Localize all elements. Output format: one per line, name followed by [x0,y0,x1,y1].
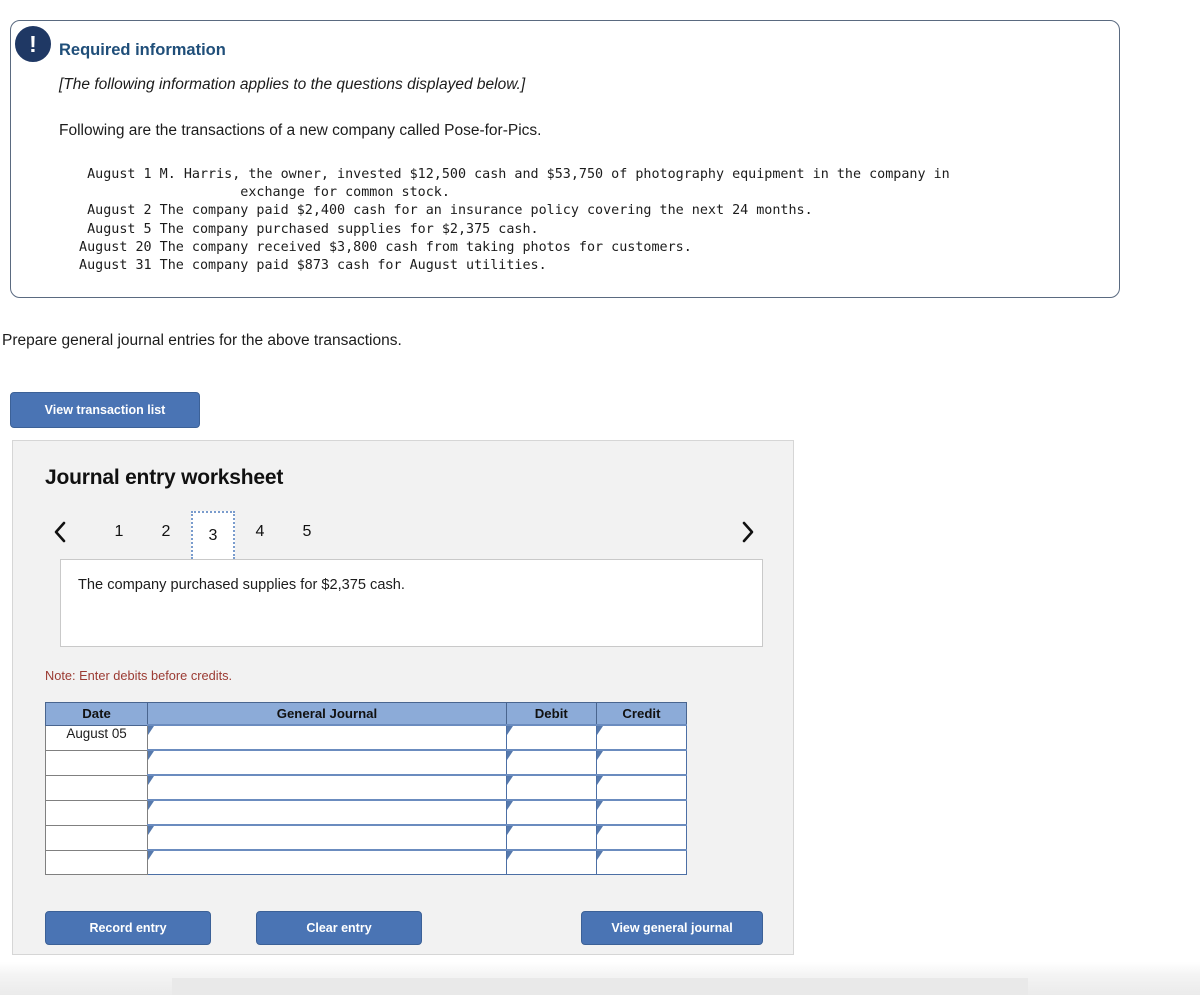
column-header-date: Date [44,702,149,726]
cell-debit[interactable] [505,724,597,751]
transaction-description: The company received $3,800 cash from ta… [159,239,692,255]
transaction-description: The company paid $2,400 cash for an insu… [159,203,813,219]
table-header-row: Date General Journal Debit Credit [44,702,688,726]
table-row: August 05 [44,724,688,751]
cell-date[interactable] [44,825,149,851]
cell-debit[interactable] [505,849,597,875]
cell-date[interactable] [44,800,149,826]
dropdown-triangle-icon [596,726,603,735]
dropdown-triangle-icon [506,851,513,860]
journal-entry-table: Date General Journal Debit Credit August… [44,702,688,875]
dropdown-triangle-icon [148,751,155,760]
transaction-row: August 5 The company purchased supplies … [71,221,1093,239]
dropdown-triangle-icon [148,826,155,835]
cell-credit[interactable] [595,724,688,751]
cell-credit[interactable] [595,774,688,801]
dropdown-triangle-icon [506,751,513,760]
pager-page-3[interactable]: 3 [191,511,235,559]
task-instruction: Prepare general journal entries for the … [2,332,402,349]
cell-date[interactable]: August 05 [44,725,149,751]
cell-debit[interactable] [505,749,597,776]
table-row [44,824,688,851]
transaction-date: August 5 [87,221,152,237]
cell-credit[interactable] [595,749,688,776]
transaction-prompt-box: The company purchased supplies for $2,37… [60,559,763,647]
dropdown-triangle-icon [148,851,155,860]
dropdown-triangle-icon [148,726,155,735]
dropdown-triangle-icon [148,801,155,810]
cell-general-journal[interactable] [147,849,507,875]
column-header-credit: Credit [595,702,688,726]
required-information-title: Required information [59,41,226,59]
transaction-description: The company purchased supplies for $2,37… [159,221,539,237]
cell-general-journal[interactable] [147,774,507,801]
dropdown-triangle-icon [596,776,603,785]
worksheet-title: Journal entry worksheet [45,466,284,489]
debits-before-credits-note: Note: Enter debits before credits. [45,668,233,683]
cell-general-journal[interactable] [147,824,507,851]
applies-note: [The following information applies to th… [59,76,526,93]
exclamation-icon: ! [13,24,53,64]
table-row [44,849,688,875]
table-row [44,799,688,826]
transaction-date: August 1 [87,167,152,182]
table-row [44,774,688,801]
dropdown-triangle-icon [506,776,513,785]
transaction-row: August 31 The company paid $873 cash for… [71,257,1093,275]
dropdown-triangle-icon [506,801,513,810]
dropdown-triangle-icon [506,726,513,735]
cell-credit[interactable] [595,799,688,826]
intro-sentence: Following are the transactions of a new … [59,122,542,139]
record-entry-button[interactable]: Record entry [45,911,211,945]
journal-entry-worksheet-panel: Journal entry worksheet 12345 The compan… [12,440,794,955]
dropdown-triangle-icon [596,826,603,835]
view-transaction-list-button[interactable]: View transaction list [10,392,200,428]
dropdown-triangle-icon [148,776,155,785]
dropdown-triangle-icon [596,751,603,760]
transaction-date: August 31 [79,258,152,274]
transaction-row: August 20 The company received $3,800 ca… [71,239,1093,257]
cell-debit[interactable] [505,774,597,801]
page-bottom-strip [172,978,1028,995]
transaction-date: August 2 [87,203,152,219]
column-header-debit: Debit [505,702,597,726]
cell-credit[interactable] [595,824,688,851]
cell-general-journal[interactable] [147,749,507,776]
cell-date[interactable] [44,850,149,875]
dropdown-triangle-icon [596,801,603,810]
cell-general-journal[interactable] [147,724,507,751]
pager-page-2[interactable]: 2 [144,511,188,553]
required-information-box: ! Required information [The following in… [10,20,1120,299]
cell-general-journal[interactable] [147,799,507,826]
table-row [44,749,688,776]
pager-page-5[interactable]: 5 [285,511,329,553]
cell-credit[interactable] [595,849,688,875]
dropdown-triangle-icon [596,851,603,860]
pager-page-1[interactable]: 1 [97,511,141,553]
transaction-description: M. Harris, the owner, invested $12,500 c… [159,167,950,201]
chevron-right-icon[interactable] [733,515,763,549]
cell-debit[interactable] [505,799,597,826]
worksheet-pager: 12345 [45,511,763,559]
cell-date[interactable] [44,775,149,801]
pager-page-4[interactable]: 4 [238,511,282,553]
transaction-list: August 1 M. Harris, the owner, invested … [71,166,1093,275]
cell-date[interactable] [44,750,149,776]
column-header-general-journal: General Journal [147,702,507,726]
transaction-description: The company paid $873 cash for August ut… [159,258,547,274]
transaction-row: August 2 The company paid $2,400 cash fo… [71,202,1093,220]
view-general-journal-button[interactable]: View general journal [581,911,763,945]
chevron-left-icon[interactable] [45,515,75,549]
cell-debit[interactable] [505,824,597,851]
transaction-row: August 1 M. Harris, the owner, invested … [71,166,1093,202]
transaction-date: August 20 [79,239,152,255]
transaction-prompt-text: The company purchased supplies for $2,37… [78,577,405,593]
dropdown-triangle-icon [506,826,513,835]
clear-entry-button[interactable]: Clear entry [256,911,422,945]
